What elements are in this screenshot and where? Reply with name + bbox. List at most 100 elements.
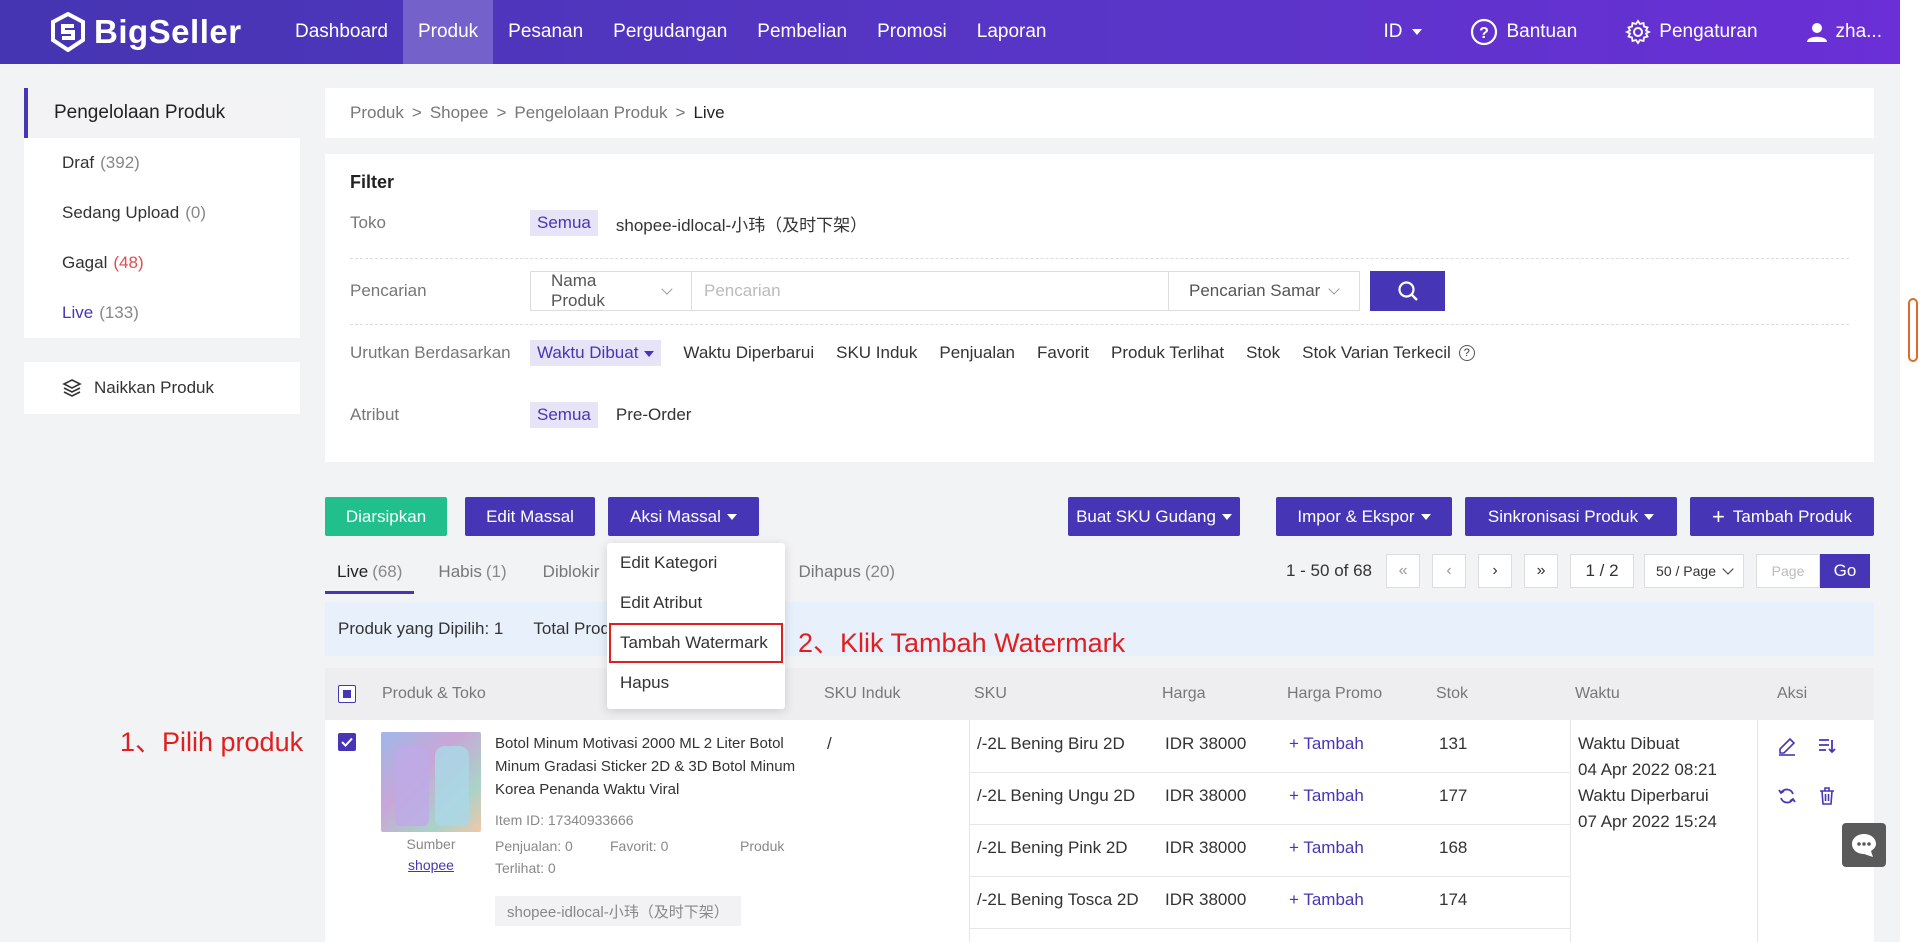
tab-diblokir[interactable]: Diblokir [543,556,600,594]
list-icon[interactable] [1817,736,1837,756]
sort-option[interactable]: SKU Induk [836,343,917,363]
source-link[interactable]: shopee [381,857,481,873]
prev-page-button[interactable]: ‹ [1432,554,1467,588]
tab-habis[interactable]: Habis (1) [438,556,506,594]
help-icon[interactable]: ? [1458,345,1475,361]
add-promo-link[interactable]: + Tambah [1289,786,1364,806]
tab-dihapus[interactable]: Dihapus (20) [798,556,895,594]
variant-sku: /-2L Bening Ungu 2D [977,786,1136,805]
menu-tambah-watermark[interactable]: Tambah Watermark [609,623,783,663]
search-field-select[interactable]: Nama Produk [530,271,692,311]
sort-option[interactable]: Waktu Diperbarui [683,343,814,363]
add-promo-link[interactable]: + Tambah [1289,838,1364,858]
filter-panel: Filter Toko Semua shopee-idlocal-小玮（及时下架… [325,154,1874,462]
toko-shop-option[interactable]: shopee-idlocal-小玮（及时下架） [616,211,867,236]
nav-produk[interactable]: Produk [402,0,494,64]
chat-widget-button[interactable] [1842,823,1886,867]
brand-logo[interactable]: BigSeller [50,12,250,52]
search-input[interactable]: Pencarian [692,271,1168,311]
refresh-icon[interactable] [1777,786,1797,806]
tab-live[interactable]: Live (68) [325,556,415,594]
bulk-edit-button[interactable]: Edit Massal [465,497,595,536]
language-select[interactable]: ID [1383,21,1423,43]
edit-icon[interactable] [1777,736,1797,756]
add-promo-link[interactable]: + Tambah [1289,890,1364,910]
trash-icon[interactable] [1817,786,1837,806]
tab-label: Dihapus [798,562,861,581]
breadcrumb-shopee[interactable]: Shopee [430,103,489,123]
sidebar-item-draf[interactable]: Draf (392) [24,138,300,188]
next-page-button[interactable]: › [1478,554,1513,588]
bigseller-logo-icon [51,12,85,52]
nav-pembelian[interactable]: Pembelian [742,0,862,64]
nav-dashboard[interactable]: Dashboard [280,0,403,64]
archive-button[interactable]: Diarsipkan [325,497,447,536]
bulk-action-button[interactable]: Aksi Massal [608,497,759,536]
filter-title: Filter [350,172,395,192]
attr-preorder-option[interactable]: Pre-Order [616,405,692,425]
search-mode-select[interactable]: Pencarian Samar [1168,271,1360,311]
nav-promosi[interactable]: Promosi [862,0,962,64]
shop-tag: shopee-idlocal-小玮（及时下架） [495,896,741,926]
add-promo-link[interactable]: + Tambah [1289,734,1364,754]
scrollbar-thumb[interactable] [1908,298,1918,362]
table-header: Produk & Toko SKU Induk SKU Harga Harga … [325,668,1874,720]
sidebar-item-sedang-upload[interactable]: Sedang Upload (0) [24,188,300,238]
sidebar-item-gagal[interactable]: Gagal (48) [24,238,300,288]
variant-stock: 177 [1439,786,1468,805]
help-link[interactable]: ? Bantuan [1470,18,1577,46]
nav-pergudangan[interactable]: Pergudangan [598,0,742,64]
toko-all-option[interactable]: Semua [530,210,598,236]
breadcrumb-produk[interactable]: Produk [350,103,404,123]
row-divider [970,824,1570,825]
user-menu[interactable]: zha... [1806,21,1882,43]
created-label: Waktu Dibuat [1578,734,1680,753]
nav-right: ID ? Bantuan Pengaturan zha... [1335,0,1900,64]
go-button[interactable]: Go [1820,554,1871,588]
product-image[interactable] [381,732,481,832]
pagination: 1 - 50 of 68 « ‹ › » 1 / 2 50 / Page Pag… [1286,554,1871,588]
breadcrumb-pengelolaan[interactable]: Pengelolaan Produk [514,103,667,123]
menu-edit-atribut[interactable]: Edit Atribut [607,583,785,623]
create-sku-button[interactable]: Buat SKU Gudang [1068,497,1240,536]
col-sku-induk: SKU Induk [824,685,901,702]
menu-edit-kategori[interactable]: Edit Kategori [607,543,785,583]
menu-hapus[interactable]: Hapus [607,663,785,703]
page-jump-input[interactable]: Page [1756,554,1821,588]
sort-option[interactable]: Stok [1246,343,1280,363]
filter-label: Toko [350,213,386,232]
sidebar-item-naikkan-produk[interactable]: Naikkan Produk [24,362,300,414]
sidebar-item-live[interactable]: Live (133) [24,288,300,338]
attr-all-option[interactable]: Semua [530,402,598,428]
updated-value: 07 Apr 2022 15:24 [1578,812,1717,831]
page-size-select[interactable]: 50 / Page [1644,554,1745,588]
nav-pesanan[interactable]: Pesanan [493,0,598,64]
sort-option[interactable]: Favorit [1037,343,1089,363]
sort-waktu-dibuat[interactable]: Waktu Dibuat [530,340,662,366]
settings-link[interactable]: Pengaturan [1625,19,1758,45]
first-page-button[interactable]: « [1386,554,1421,588]
col-sku: SKU [974,685,1007,702]
sort-option[interactable]: Stok Varian Terkecil [1302,343,1451,363]
row-checkbox[interactable] [338,733,356,751]
sync-button[interactable]: Sinkronisasi Produk [1465,497,1677,536]
search-button[interactable] [1370,271,1445,311]
chevron-down-icon [661,283,673,295]
filter-label: Urutkan Berdasarkan [350,343,511,362]
total-products: Total Prod [533,619,610,638]
nav-laporan[interactable]: Laporan [962,0,1062,64]
sort-option[interactable]: Penjualan [939,343,1015,363]
page-scrollbar[interactable] [1900,0,1920,942]
current-page: 1 / 2 [1570,554,1635,588]
sidebar-item-count: (48) [113,253,144,272]
add-product-button[interactable]: + Tambah Produk [1690,497,1874,536]
tab-count: (68) [372,562,403,581]
annotation-step-2: 2、Klik Tambah Watermark [798,628,1126,658]
sort-option[interactable]: Produk Terlihat [1111,343,1224,363]
product-name[interactable]: Botol Minum Motivasi 2000 ML 2 Liter Bot… [495,732,817,801]
import-export-button[interactable]: Impor & Ekspor [1276,497,1452,536]
col-harga-promo: Harga Promo [1287,685,1383,702]
last-page-button[interactable]: » [1524,554,1559,588]
filter-label: Pencarian [350,281,427,300]
select-all-checkbox[interactable] [338,685,356,703]
